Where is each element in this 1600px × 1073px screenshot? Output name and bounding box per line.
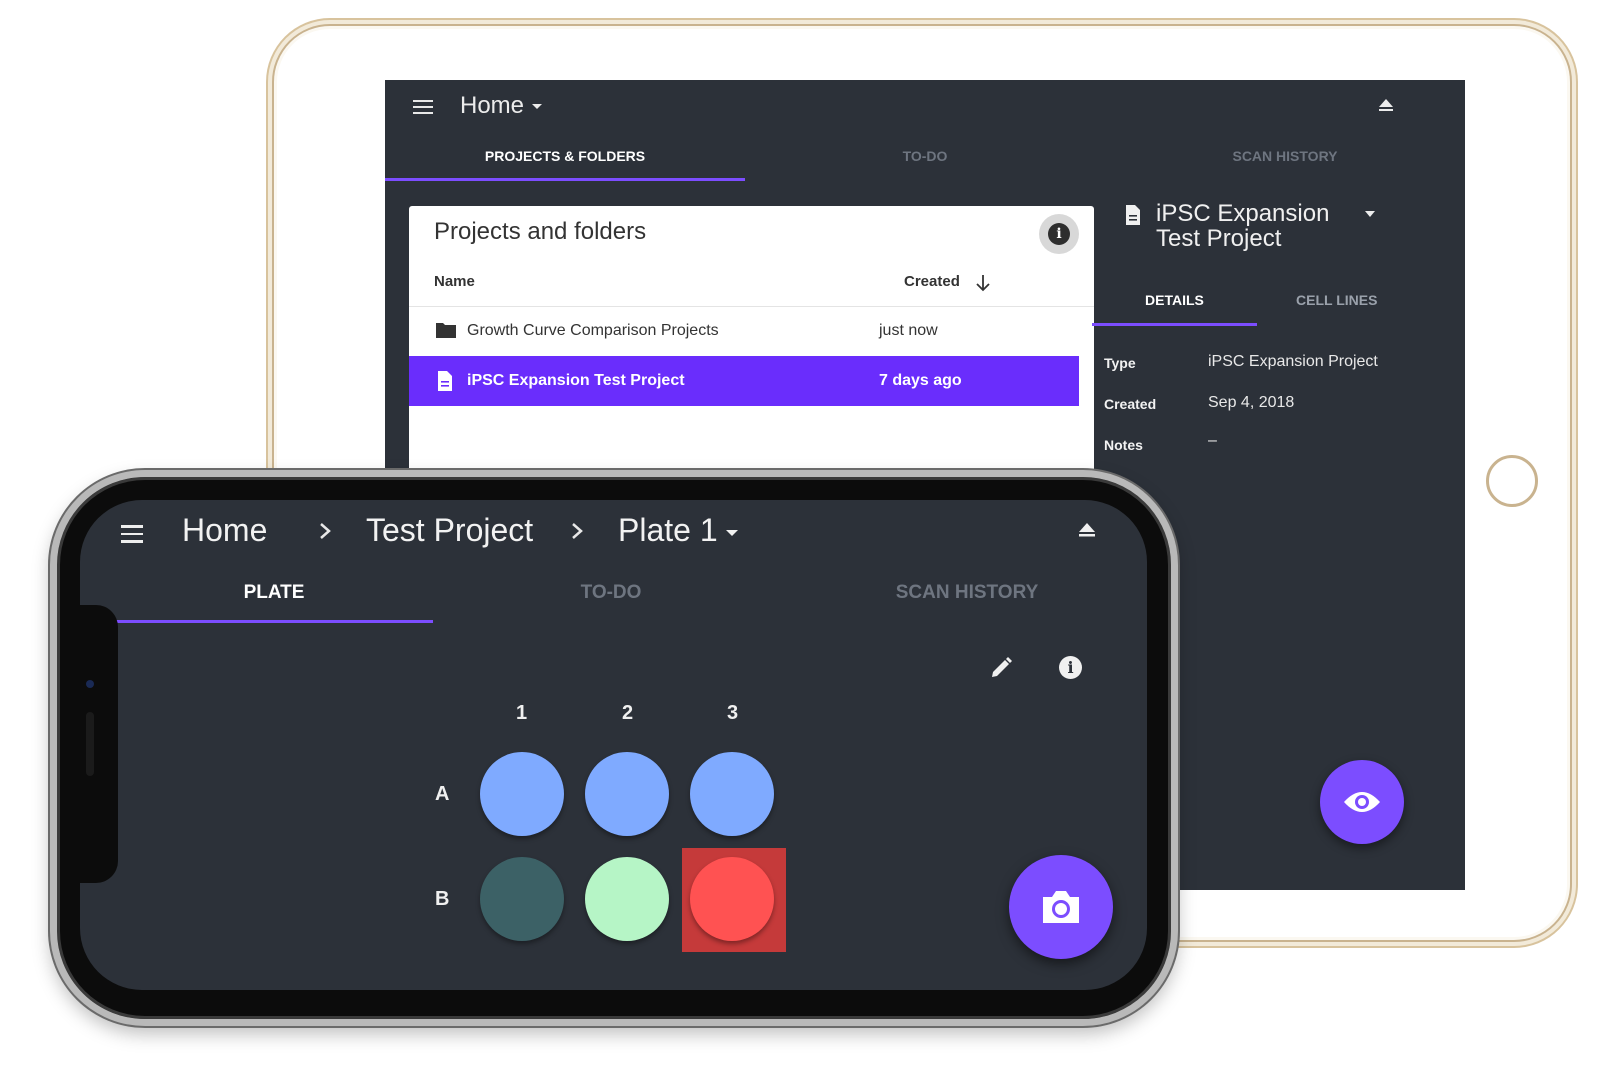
breadcrumb-project[interactable]: Test Project: [366, 512, 533, 549]
chevron-right-icon: [572, 523, 583, 539]
well-B2[interactable]: [585, 857, 669, 941]
menu-icon[interactable]: [413, 100, 433, 116]
tab-details[interactable]: DETAILS: [1145, 292, 1204, 308]
detail-title-line2: Test Project: [1156, 225, 1282, 252]
column-label: 1: [516, 702, 528, 724]
field-label-created: Created: [1104, 396, 1157, 412]
eye-icon: [1344, 792, 1380, 812]
row-label: A: [435, 783, 450, 805]
tab-scan-history[interactable]: SCAN HISTORY: [1105, 148, 1465, 164]
field-value-notes: –: [1208, 432, 1217, 449]
eject-icon[interactable]: [1378, 98, 1394, 112]
well-A2[interactable]: [585, 752, 669, 836]
caret-down-icon[interactable]: [1365, 211, 1375, 217]
arrow-down-icon[interactable]: [975, 274, 991, 292]
front-camera: [86, 680, 94, 688]
active-tab-indicator: [385, 178, 745, 181]
caret-down-icon: [725, 529, 738, 536]
document-icon: [438, 371, 452, 391]
page-title: Home: [460, 92, 525, 119]
tab-projects-folders[interactable]: PROJECTS & FOLDERS: [385, 148, 745, 164]
field-value-created: Sep 4, 2018: [1208, 394, 1295, 411]
tab-cell-lines[interactable]: CELL LINES: [1296, 292, 1377, 308]
detail-title-line1: iPSC Expansion: [1156, 200, 1330, 227]
info-button[interactable]: i: [1039, 214, 1079, 254]
tab-todo[interactable]: TO-DO: [745, 148, 1105, 164]
page-title-dropdown[interactable]: Home: [460, 92, 543, 120]
scan-button[interactable]: [1009, 855, 1113, 959]
column-header-created[interactable]: Created: [904, 273, 960, 290]
active-tab-indicator: [1092, 323, 1257, 326]
row-label: B: [435, 888, 450, 910]
breadcrumb-home[interactable]: Home: [182, 512, 267, 549]
field-label-notes: Notes: [1104, 437, 1143, 453]
breadcrumb-plate[interactable]: Plate 1: [618, 512, 738, 549]
column-label: 3: [727, 702, 739, 724]
column-header-name[interactable]: Name: [434, 273, 475, 290]
tablet-home-button[interactable]: [1486, 455, 1538, 507]
row-created: 7 days ago: [879, 372, 962, 389]
detail-title: iPSC Expansion Test Project: [1156, 201, 1356, 251]
folder-icon: [436, 323, 456, 338]
pencil-icon[interactable]: [990, 655, 1014, 679]
eject-icon[interactable]: [1078, 522, 1096, 538]
info-icon[interactable]: i: [1059, 656, 1082, 679]
caret-down-icon: [532, 104, 543, 110]
chevron-right-icon: [320, 523, 331, 539]
view-button[interactable]: [1320, 760, 1404, 844]
tab-scan-history[interactable]: SCAN HISTORY: [789, 582, 1145, 604]
well-B1[interactable]: [480, 857, 564, 941]
well-A1[interactable]: [480, 752, 564, 836]
active-tab-indicator: [115, 620, 433, 623]
tab-plate[interactable]: PLATE: [115, 582, 433, 604]
well-B3[interactable]: [690, 857, 774, 941]
menu-icon[interactable]: [121, 525, 143, 543]
column-label: 2: [622, 702, 634, 724]
breadcrumb-plate-label: Plate 1: [618, 512, 718, 548]
tab-todo[interactable]: TO-DO: [433, 582, 789, 604]
row-name: iPSC Expansion Test Project: [467, 372, 685, 389]
projects-card: Projects and folders i Name Created Grow…: [409, 206, 1094, 506]
earpiece-speaker: [86, 712, 94, 776]
document-icon: [1126, 205, 1140, 225]
table-row-selected[interactable]: iPSC Expansion Test Project 7 days ago: [409, 356, 1079, 406]
well-A3[interactable]: [690, 752, 774, 836]
info-icon: i: [1048, 223, 1070, 245]
phone-screen: Home Test Project Plate 1 PLATE TO-DO SC…: [80, 500, 1147, 990]
table-row[interactable]: Growth Curve Comparison Projects just no…: [409, 306, 1079, 356]
camera-icon: [1043, 891, 1079, 923]
field-label-type: Type: [1104, 355, 1136, 371]
card-title: Projects and folders: [434, 218, 647, 245]
row-name: Growth Curve Comparison Projects: [467, 322, 719, 339]
field-value-type: iPSC Expansion Project: [1208, 353, 1378, 370]
row-created: just now: [879, 322, 938, 339]
